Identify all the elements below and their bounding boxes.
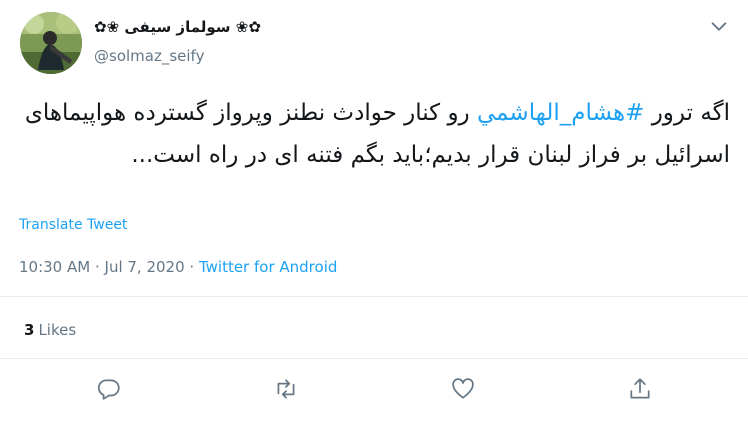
meta-separator: · xyxy=(90,258,105,276)
likes-count: 3 xyxy=(24,321,35,339)
tweet-text: اگه ترور #هشام_الهاشمي رو کنار حوادث نطن… xyxy=(18,92,730,176)
divider xyxy=(0,296,748,297)
avatar-image xyxy=(20,12,82,74)
likes-stat[interactable]: 3 Likes xyxy=(24,321,76,339)
translate-tweet-link[interactable]: Translate Tweet xyxy=(19,217,127,233)
share-icon[interactable] xyxy=(627,376,653,402)
tweet-meta: 10:30 AM · Jul 7, 2020 · Twitter for And… xyxy=(19,258,337,276)
tweet-date[interactable]: Jul 7, 2020 xyxy=(105,258,185,276)
heart-icon[interactable] xyxy=(450,376,476,402)
meta-separator: · xyxy=(184,258,199,276)
retweet-icon[interactable] xyxy=(273,376,299,402)
likes-label: Likes xyxy=(38,321,77,339)
source-app-link[interactable]: Twitter for Android xyxy=(199,258,337,276)
tweet-time[interactable]: 10:30 AM xyxy=(19,258,90,276)
chevron-down-icon[interactable] xyxy=(708,16,730,38)
user-handle[interactable]: @solmaz_seify xyxy=(94,47,204,65)
avatar[interactable] xyxy=(20,12,82,74)
divider xyxy=(0,358,748,359)
display-name[interactable]: ✿❀ سولماز سیفی ❀✿ xyxy=(94,18,261,36)
tweet-text-start: اگه ترور xyxy=(644,100,730,126)
hashtag-link[interactable]: #هشام_الهاشمي xyxy=(477,100,644,126)
reply-icon[interactable] xyxy=(96,376,122,402)
